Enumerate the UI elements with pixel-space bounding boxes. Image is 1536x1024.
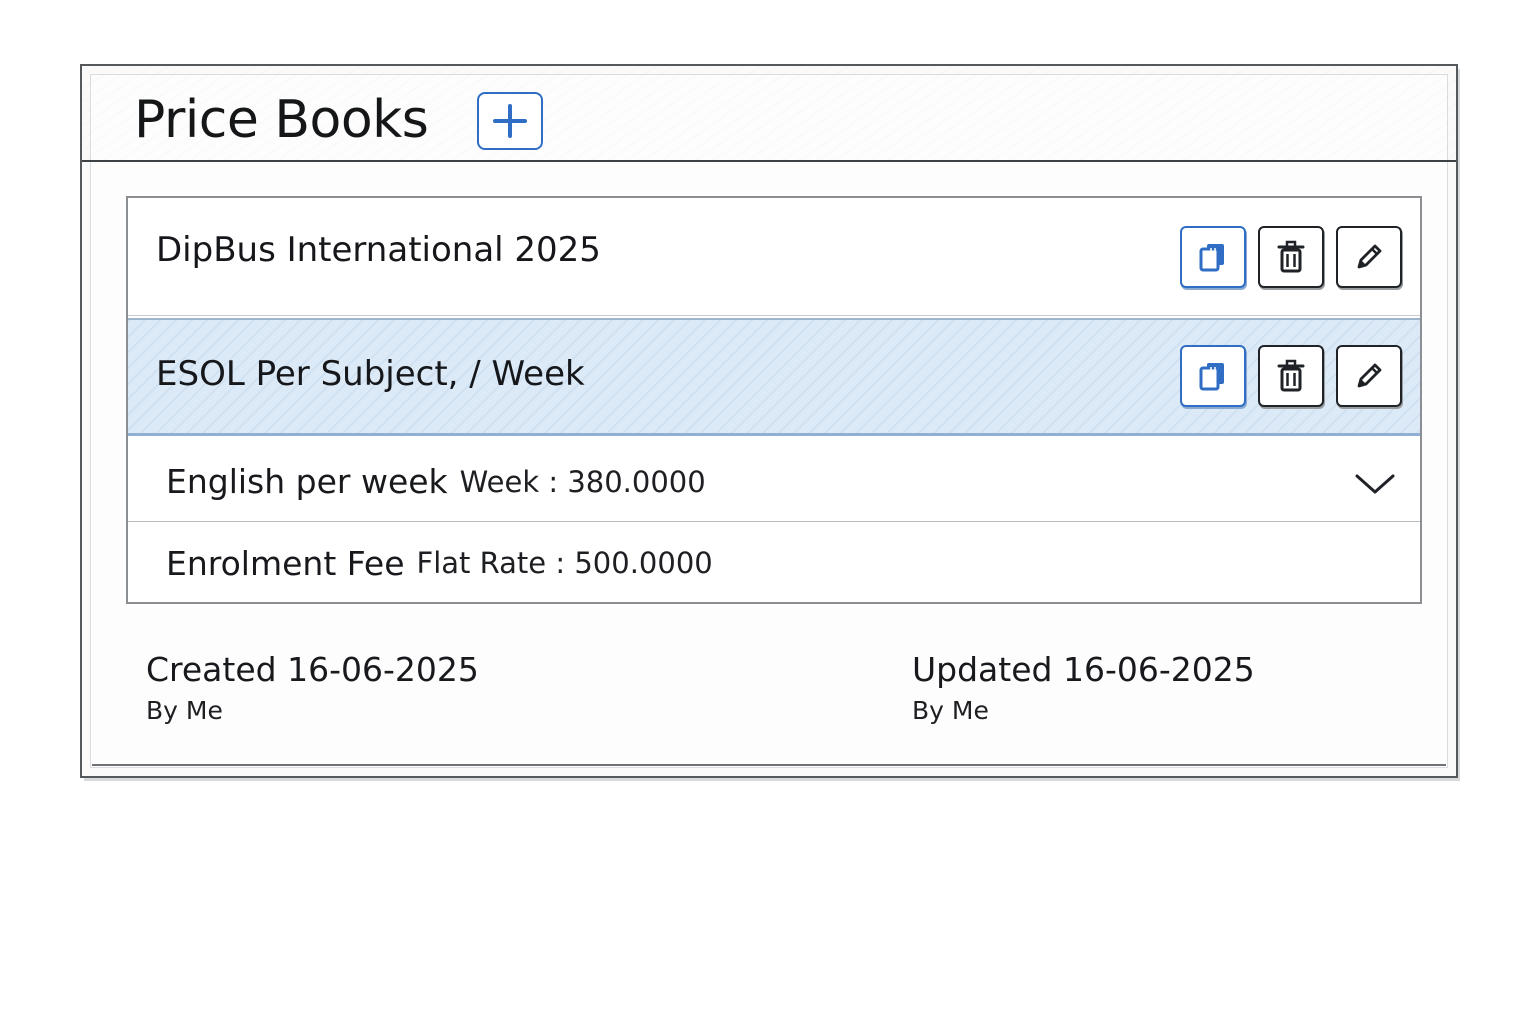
created-by: By Me (146, 696, 223, 725)
created-date: 16-06-2025 (287, 650, 479, 689)
created-label: Created (146, 650, 277, 689)
price-book-row[interactable]: DipBus International 2025 (128, 198, 1420, 316)
copy-icon (1199, 363, 1224, 391)
row-actions (1180, 345, 1402, 407)
panel-header: Price Books (82, 66, 1456, 162)
delete-button[interactable] (1258, 226, 1324, 288)
price-item-name: English per week (166, 462, 448, 501)
page-title: Price Books (134, 90, 429, 150)
chevron-down-icon (1355, 474, 1395, 494)
copy-icon (1199, 244, 1224, 272)
price-item-row[interactable]: Enrolment Fee Flat Rate : 500.0000 (128, 523, 1420, 603)
price-item-rate: Week : 380.0000 (459, 464, 706, 499)
edit-button[interactable] (1336, 226, 1402, 288)
price-item-name: Enrolment Fee (166, 543, 405, 583)
pencil-icon (1357, 363, 1382, 388)
price-book-name: DipBus International 2025 (156, 230, 601, 270)
updated-by: By Me (912, 696, 989, 725)
updated-label: Updated (912, 650, 1053, 689)
pencil-icon (1357, 244, 1382, 269)
trash-icon (1277, 240, 1305, 273)
created-line: Created 16-06-2025 (146, 650, 479, 690)
bottom-divider (92, 764, 1446, 766)
copy-button[interactable] (1180, 345, 1246, 407)
trash-icon (1277, 359, 1305, 392)
updated-date: 16-06-2025 (1062, 650, 1255, 689)
updated-line: Updated 16-06-2025 (912, 650, 1255, 690)
created-info: Created 16-06-2025 By Me (146, 650, 479, 725)
plus-icon (493, 104, 527, 138)
price-book-row-selected[interactable]: ESOL Per Subject, / Week (128, 318, 1420, 436)
price-book-name: ESOL Per Subject, / Week (156, 354, 585, 394)
add-price-book-button[interactable] (477, 92, 543, 150)
updated-info: Updated 16-06-2025 By Me (912, 650, 1255, 725)
edit-button[interactable] (1336, 345, 1402, 407)
price-item-row[interactable]: English per week Week : 380.0000 (128, 442, 1420, 522)
price-books-panel: Price Books DipBus International 2025 ES… (80, 64, 1458, 778)
row-actions (1180, 226, 1402, 288)
expand-toggle[interactable] (1354, 472, 1396, 500)
price-item-rate: Flat Rate : 500.0000 (416, 546, 713, 580)
price-book-list: DipBus International 2025 ESOL Per Subje… (126, 196, 1422, 604)
delete-button[interactable] (1258, 345, 1324, 407)
copy-button[interactable] (1180, 226, 1246, 288)
